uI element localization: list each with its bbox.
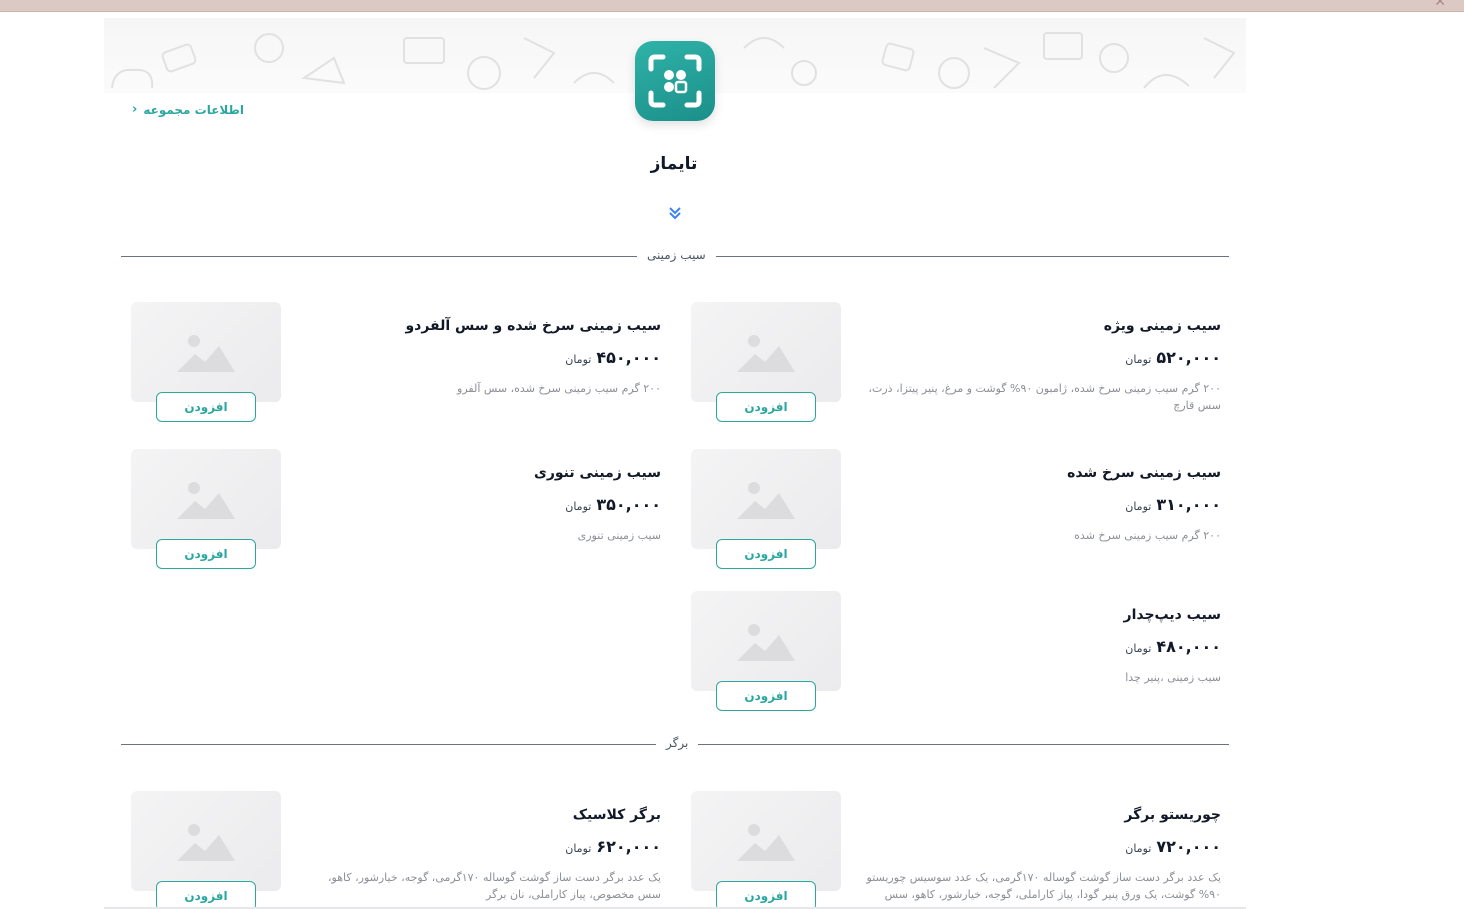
price-unit: تومان	[1125, 642, 1152, 655]
item-image-placeholder: افزودن	[691, 302, 841, 422]
item-name: چوریستو برگر	[1124, 807, 1221, 823]
add-button[interactable]: افزودن	[716, 539, 816, 569]
add-button[interactable]: افزودن	[156, 539, 256, 569]
price-unit: تومان	[565, 842, 592, 855]
browser-top-strip: ✕	[0, 0, 1464, 18]
price-unit: تومان	[565, 353, 592, 366]
item-image-placeholder: افزودن	[691, 591, 841, 711]
image-placeholder-icon	[177, 482, 235, 519]
chevron-left-icon: ‹	[132, 102, 138, 117]
item-name: سیب زمینی ویژه	[1103, 318, 1221, 334]
item-price: ۴۵۰,۰۰۰ تومان	[565, 348, 661, 367]
item-description: سیب زمینی ،پنیر چدا	[1125, 671, 1221, 684]
item-description: سیب زمینی تنوری	[577, 529, 661, 542]
menu-item-card: افزودن سیب زمینی تنوری ۳۵۰,۰۰۰ تومان سیب…	[131, 449, 661, 574]
add-button[interactable]: افزودن	[156, 881, 256, 909]
item-image-placeholder: افزودن	[131, 302, 281, 422]
menu-item-card: افزودن برگر کلاسیک ۶۲۰,۰۰۰ تومان یک عدد …	[131, 791, 661, 909]
item-name: سیب دیپ‌چدار	[1123, 607, 1221, 623]
item-name: برگر کلاسیک	[572, 807, 661, 823]
menu-item-card: افزودن سیب زمینی سرخ شده و سس آلفردو ۴۵۰…	[131, 302, 661, 427]
price-unit: تومان	[1125, 500, 1152, 513]
item-name: سیب زمینی تنوری	[533, 465, 661, 481]
item-image-placeholder: افزودن	[131, 791, 281, 909]
double-chevron-down-icon[interactable]	[667, 205, 683, 221]
item-image-placeholder: افزودن	[691, 449, 841, 569]
menu-item-card: افزودن چوریستو برگر ۷۲۰,۰۰۰ تومان یک عدد…	[691, 791, 1221, 909]
item-name: سیب زمینی سرخ شده و سس آلفردو	[405, 318, 661, 334]
price-unit: تومان	[565, 500, 592, 513]
price-amount: ۴۸۰,۰۰۰	[1156, 637, 1221, 656]
price-amount: ۴۵۰,۰۰۰	[596, 348, 661, 367]
item-name: سیب زمینی سرخ شده	[1067, 465, 1221, 481]
item-description: یک عدد برگر دست ساز گوشت گوساله ۱۷۰گرمی،…	[866, 871, 1221, 901]
image-placeholder-icon	[177, 335, 235, 372]
item-price: ۶۲۰,۰۰۰ تومان	[565, 837, 661, 856]
price-amount: ۶۲۰,۰۰۰	[596, 837, 661, 856]
collection-info-label: اطلاعات مجموعه	[143, 102, 244, 117]
restaurant-name: تایماز	[650, 154, 698, 174]
price-amount: ۵۲۰,۰۰۰	[1156, 348, 1221, 367]
item-description: یک عدد برگر دست ساز گوشت گوساله ۱۷۰گرمی،…	[327, 871, 661, 901]
price-amount: ۳۵۰,۰۰۰	[596, 495, 661, 514]
item-description: ۲۰۰ گرم سیب زمینی سرخ شده، ژامبون ۹۰% گو…	[868, 382, 1221, 412]
menu-item-card: افزودن سیب زمینی سرخ شده ۳۱۰,۰۰۰ تومان ۲…	[691, 449, 1221, 574]
item-image-placeholder: افزودن	[131, 449, 281, 569]
item-description: ۲۰۰ گرم سیب زمینی سرخ شده، سس آلفرو	[457, 382, 661, 395]
add-button[interactable]: افزودن	[716, 881, 816, 909]
item-price: ۵۲۰,۰۰۰ تومان	[1125, 348, 1221, 367]
menu-item-card: افزودن سیب زمینی ویژه ۵۲۰,۰۰۰ تومان ۲۰۰ …	[691, 302, 1221, 427]
add-button[interactable]: افزودن	[716, 681, 816, 711]
add-button[interactable]: افزودن	[156, 392, 256, 422]
collection-info-link[interactable]: اطلاعات مجموعه ‹	[132, 102, 244, 117]
menu-page: اطلاعات مجموعه ‹ تایماز سیب زمینی افزودن…	[104, 18, 1246, 909]
section-title: برگر	[656, 736, 699, 750]
image-placeholder-icon	[737, 824, 795, 861]
image-placeholder-icon	[737, 335, 795, 372]
item-price: ۴۸۰,۰۰۰ تومان	[1125, 637, 1221, 656]
item-price: ۳۵۰,۰۰۰ تومان	[565, 495, 661, 514]
item-description: ۲۰۰ گرم سیب زمینی سرخ شده	[1074, 529, 1221, 542]
section-title: سیب زمینی	[637, 248, 716, 262]
item-image-placeholder: افزودن	[691, 791, 841, 909]
image-placeholder-icon	[737, 624, 795, 661]
image-placeholder-icon	[737, 482, 795, 519]
item-price: ۷۲۰,۰۰۰ تومان	[1125, 837, 1221, 856]
image-placeholder-icon	[177, 824, 235, 861]
restaurant-logo	[635, 41, 715, 121]
menu-item-card: افزودن سیب دیپ‌چدار ۴۸۰,۰۰۰ تومان سیب زم…	[691, 591, 1221, 716]
price-amount: ۳۱۰,۰۰۰	[1156, 495, 1221, 514]
qr-scan-icon	[648, 54, 702, 108]
price-unit: تومان	[1125, 842, 1152, 855]
top-strip-bar	[0, 0, 1464, 12]
price-unit: تومان	[1125, 353, 1152, 366]
close-icon[interactable]: ✕	[1434, 0, 1446, 10]
item-price: ۳۱۰,۰۰۰ تومان	[1125, 495, 1221, 514]
add-button[interactable]: افزودن	[716, 392, 816, 422]
price-amount: ۷۲۰,۰۰۰	[1156, 837, 1221, 856]
